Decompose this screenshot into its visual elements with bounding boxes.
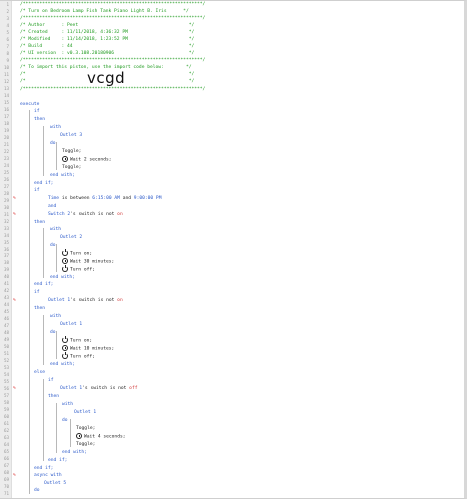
- condition-marker-column: [12, 1, 18, 498]
- indent-guide: [56, 244, 57, 272]
- then-keyword: then: [34, 220, 46, 225]
- end-with: end with;: [50, 173, 75, 178]
- end-with: end with;: [50, 362, 75, 367]
- async-with-keyword: async with: [34, 473, 62, 478]
- power-icon: [62, 352, 68, 359]
- condition-time[interactable]: Time is between 6:15:00 AM and 9:00:00 P…: [48, 195, 161, 203]
- power-icon: [62, 249, 68, 256]
- indent-guide: [29, 110, 30, 494]
- then-keyword: then: [48, 394, 60, 399]
- wait-statement[interactable]: Wait 4 seconds;: [76, 433, 126, 441]
- wait-statement[interactable]: Wait 30 minutes;: [62, 258, 114, 266]
- with-keyword: with: [50, 125, 62, 130]
- if-keyword: if: [34, 290, 40, 295]
- toggle-statement[interactable]: Toggle;: [62, 164, 81, 172]
- and-keyword: and: [48, 204, 57, 209]
- power-icon: [62, 265, 68, 272]
- do-keyword: do: [50, 330, 56, 335]
- import-code[interactable]: vcgd: [87, 69, 125, 87]
- device-outlet1[interactable]: Outlet 1: [60, 321, 82, 329]
- end-with: end with;: [62, 450, 87, 455]
- toggle-statement[interactable]: Toggle;: [76, 441, 95, 449]
- code-line: /***************************************…: [20, 87, 206, 92]
- toggle-statement[interactable]: Toggle;: [62, 148, 81, 156]
- condition-marker-icon: %: [13, 473, 16, 478]
- indent-guide: [43, 126, 44, 176]
- do-keyword: do: [62, 418, 68, 423]
- wait-statement[interactable]: Wait 2 seconds;: [62, 156, 112, 164]
- condition-outlet1-off[interactable]: Outlet 1's switch is not off: [60, 385, 137, 393]
- line-number: 71: [3, 491, 9, 496]
- with-keyword: with: [62, 402, 74, 407]
- if-keyword: if: [48, 378, 54, 383]
- condition-switch2[interactable]: Switch 2's switch is not on: [48, 211, 123, 219]
- condition-marker-icon: %: [13, 212, 16, 217]
- device-outlet5[interactable]: Outlet 5: [44, 480, 66, 488]
- power-icon: [62, 336, 68, 343]
- wait-statement[interactable]: Wait 10 minutes;: [62, 345, 114, 353]
- indent-guide: [43, 315, 44, 365]
- clock-icon: [62, 156, 68, 162]
- indent-guide: [43, 228, 44, 278]
- condition-marker-icon: %: [13, 386, 16, 391]
- end-if: end if;: [34, 282, 54, 287]
- turn-off-statement[interactable]: Turn off;: [62, 265, 95, 274]
- with-keyword: with: [50, 314, 62, 319]
- clock-icon: [76, 433, 82, 439]
- condition-marker-icon: %: [13, 196, 16, 201]
- clock-icon: [62, 345, 68, 351]
- then-keyword: then: [34, 117, 46, 122]
- if-keyword: if: [34, 109, 40, 114]
- if-keyword: if: [34, 188, 40, 193]
- end-with: end with;: [50, 275, 75, 280]
- indent-guide: [43, 379, 44, 461]
- else-keyword: else: [34, 370, 46, 375]
- turn-off-statement[interactable]: Turn off;: [62, 352, 95, 361]
- indent-guide: [56, 331, 57, 359]
- condition-marker-icon: %: [13, 298, 16, 303]
- turn-on-statement[interactable]: Turn on;: [62, 336, 92, 345]
- clock-icon: [62, 258, 68, 264]
- do-keyword: do: [50, 243, 56, 248]
- turn-on-statement[interactable]: Turn on;: [62, 249, 92, 258]
- device-outlet3[interactable]: Outlet 3: [60, 132, 82, 140]
- condition-outlet1[interactable]: Outlet 1's switch is not on: [48, 297, 123, 305]
- indent-guide: [56, 403, 57, 453]
- indent-guide: [70, 419, 71, 447]
- indent-guide: [56, 142, 57, 170]
- device-outlet1[interactable]: Outlet 1: [74, 409, 96, 417]
- toggle-statement[interactable]: Toggle;: [76, 425, 95, 433]
- with-keyword: with: [50, 227, 62, 232]
- do-keyword: do: [34, 488, 40, 493]
- do-keyword: do: [50, 141, 56, 146]
- end-if: end if;: [48, 458, 68, 463]
- device-outlet2[interactable]: Outlet 2: [60, 234, 82, 242]
- then-keyword: then: [34, 306, 46, 311]
